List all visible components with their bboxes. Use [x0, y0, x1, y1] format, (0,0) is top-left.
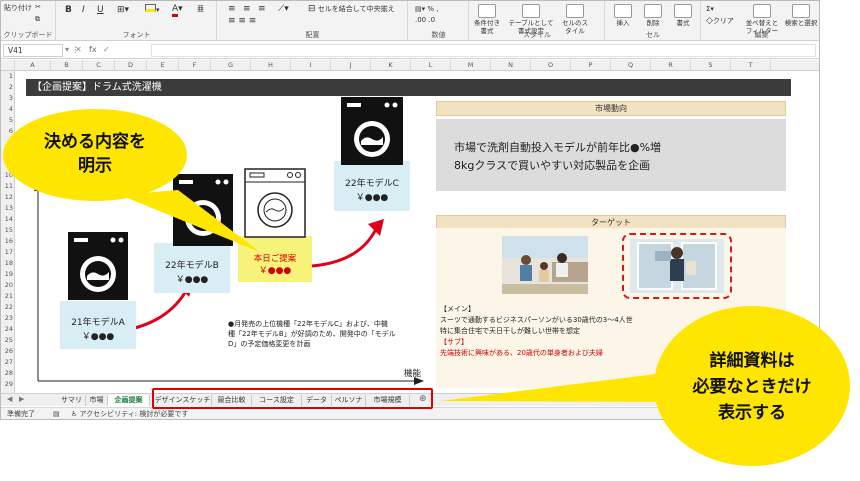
callout-line: 決める内容を — [44, 132, 146, 152]
callout-top-text: 決める内容を 明示 — [10, 130, 180, 178]
callout-bottom-text: 詳細資料は 必要なときだけ 表示する — [662, 348, 842, 426]
callout-line: 詳細資料は — [709, 351, 795, 371]
callout-line: 明示 — [78, 156, 112, 176]
callout-tail-top — [120, 190, 260, 252]
callout-line: 表示する — [718, 403, 786, 423]
callout-line: 必要なときだけ — [692, 377, 812, 397]
